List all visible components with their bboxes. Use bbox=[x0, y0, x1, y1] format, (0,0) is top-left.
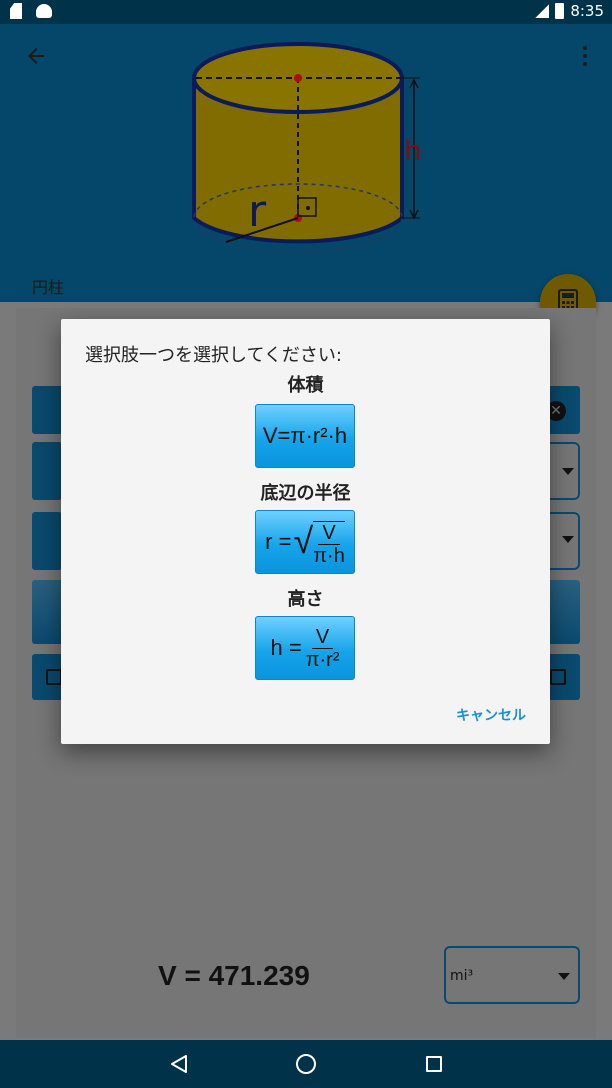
option-label-radius: 底辺の半径 bbox=[260, 483, 351, 504]
chevron-down-icon bbox=[562, 468, 574, 475]
radius-formula-lhs: r = bbox=[265, 529, 292, 554]
android-icon bbox=[36, 4, 52, 18]
nav-recents-icon[interactable] bbox=[426, 1056, 442, 1072]
height-formula-numerator: V bbox=[311, 626, 334, 649]
sqrt-symbol: √ V π·h bbox=[293, 519, 345, 567]
nav-home-icon[interactable] bbox=[296, 1054, 316, 1074]
network-type-label: LTE bbox=[535, 2, 547, 10]
copy-icon[interactable] bbox=[550, 669, 566, 685]
dialog-title: 選択肢一つを選択してください: bbox=[85, 345, 342, 366]
status-time: 8:35 bbox=[570, 2, 604, 20]
radius-formula-numerator: V bbox=[318, 522, 340, 545]
result-unit-value: mi³ bbox=[450, 968, 474, 984]
input-label-height bbox=[32, 512, 62, 570]
sd-card-icon bbox=[10, 3, 22, 19]
more-vert-icon[interactable] bbox=[582, 46, 588, 66]
option-label-height: 高さ bbox=[287, 589, 324, 610]
radius-formula-button[interactable]: r = √ V π·h bbox=[255, 510, 355, 574]
nav-back-icon[interactable] bbox=[170, 1054, 188, 1074]
height-label: h bbox=[404, 134, 422, 167]
back-arrow-icon[interactable] bbox=[24, 44, 48, 68]
formula-choice-dialog: 選択肢一つを選択してください: 体積 V=π·r²·h 底辺の半径 r = √ … bbox=[61, 319, 550, 744]
shape-header: h r 円柱 bbox=[0, 24, 612, 302]
cancel-button[interactable]: キャンセル bbox=[456, 705, 526, 725]
signal-icon: LTE bbox=[535, 2, 550, 18]
list-icon[interactable] bbox=[46, 669, 62, 685]
input-label-radius bbox=[32, 442, 62, 500]
volume-formula-button[interactable]: V=π·r²·h bbox=[255, 404, 355, 468]
status-bar: LTE 8:35 bbox=[0, 0, 612, 24]
height-formula-lhs: h = bbox=[270, 635, 302, 660]
battery-icon bbox=[555, 3, 565, 19]
navigation-bar bbox=[0, 1040, 612, 1088]
cylinder-diagram: h r bbox=[192, 42, 422, 253]
radius-label: r bbox=[248, 186, 267, 237]
height-formula-denominator: π·r² bbox=[305, 648, 340, 671]
volume-formula-text: V=π·r²·h bbox=[262, 423, 348, 448]
radius-formula-denominator: π·h bbox=[313, 544, 345, 567]
height-formula-button[interactable]: h = V π·r² bbox=[255, 616, 355, 680]
result-text: V = 471.239 bbox=[158, 960, 310, 991]
result-unit-select[interactable]: mi³ bbox=[444, 946, 580, 1004]
chevron-down-icon bbox=[562, 536, 574, 543]
option-label-volume: 体積 bbox=[287, 375, 324, 396]
shape-title: 円柱 bbox=[32, 278, 65, 297]
chevron-down-icon bbox=[558, 973, 570, 980]
